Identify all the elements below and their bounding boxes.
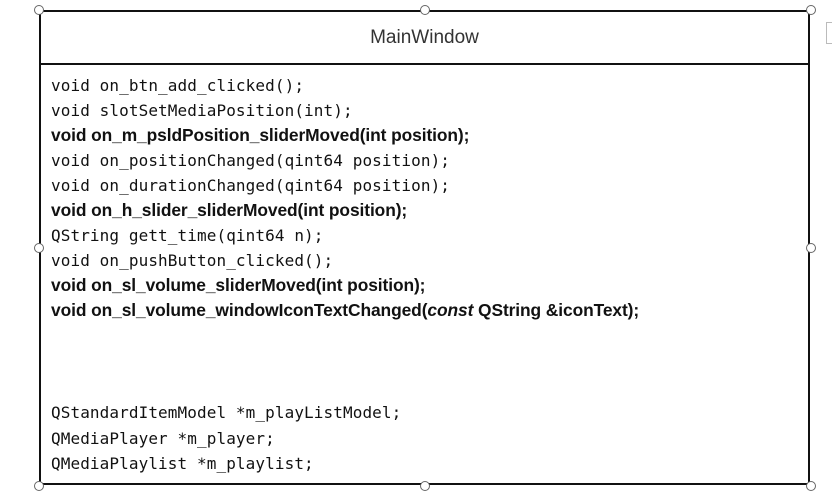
method-item[interactable]: void on_positionChanged(qint64 position)… [51, 148, 800, 173]
uml-class-box[interactable]: MainWindow void on_btn_add_clicked(); vo… [39, 10, 810, 485]
method-item[interactable]: void on_h_slider_sliderMoved(int positio… [51, 198, 800, 223]
resize-handle-top[interactable] [420, 5, 430, 15]
method-item[interactable]: void on_btn_add_clicked(); [51, 73, 800, 98]
method-item[interactable]: void on_m_psldPosition_sliderMoved(int p… [51, 123, 800, 148]
method-item[interactable]: void on_pushButton_clicked(); [51, 248, 800, 273]
method-item[interactable]: void on_durationChanged(qint64 position)… [51, 173, 800, 198]
method-item[interactable]: void on_sl_volume_sliderMoved(int positi… [51, 273, 800, 298]
field-item[interactable]: QMediaPlaylist *m_playlist; [51, 451, 401, 477]
const-keyword: const [427, 300, 474, 320]
field-item[interactable]: QStandardItemModel *m_playListModel; [51, 400, 401, 426]
resize-handle-top-right[interactable] [806, 5, 816, 15]
resize-handle-top-left[interactable] [34, 5, 44, 15]
class-name[interactable]: MainWindow [41, 12, 808, 65]
side-panel-edge [826, 22, 832, 44]
resize-handle-bottom-right[interactable] [806, 481, 816, 491]
method-item[interactable]: void on_sl_volume_windowIconTextChanged(… [51, 298, 800, 323]
resize-handle-bottom[interactable] [420, 481, 430, 491]
diagram-canvas: MainWindow void on_btn_add_clicked(); vo… [0, 0, 832, 501]
resize-handle-bottom-left[interactable] [34, 481, 44, 491]
method-prefix: void on_sl_volume_windowIconTextChanged( [51, 300, 428, 320]
method-item[interactable]: void slotSetMediaPosition(int); [51, 98, 800, 123]
resize-handle-right[interactable] [806, 243, 816, 253]
method-list: void on_btn_add_clicked(); void slotSetM… [51, 73, 800, 323]
resize-handle-left[interactable] [34, 243, 44, 253]
field-item[interactable]: QMediaPlayer *m_player; [51, 426, 401, 452]
method-suffix: QString &iconText); [473, 300, 640, 320]
field-list: QStandardItemModel *m_playListModel; QMe… [51, 400, 401, 477]
method-item[interactable]: QString gett_time(qint64 n); [51, 223, 800, 248]
